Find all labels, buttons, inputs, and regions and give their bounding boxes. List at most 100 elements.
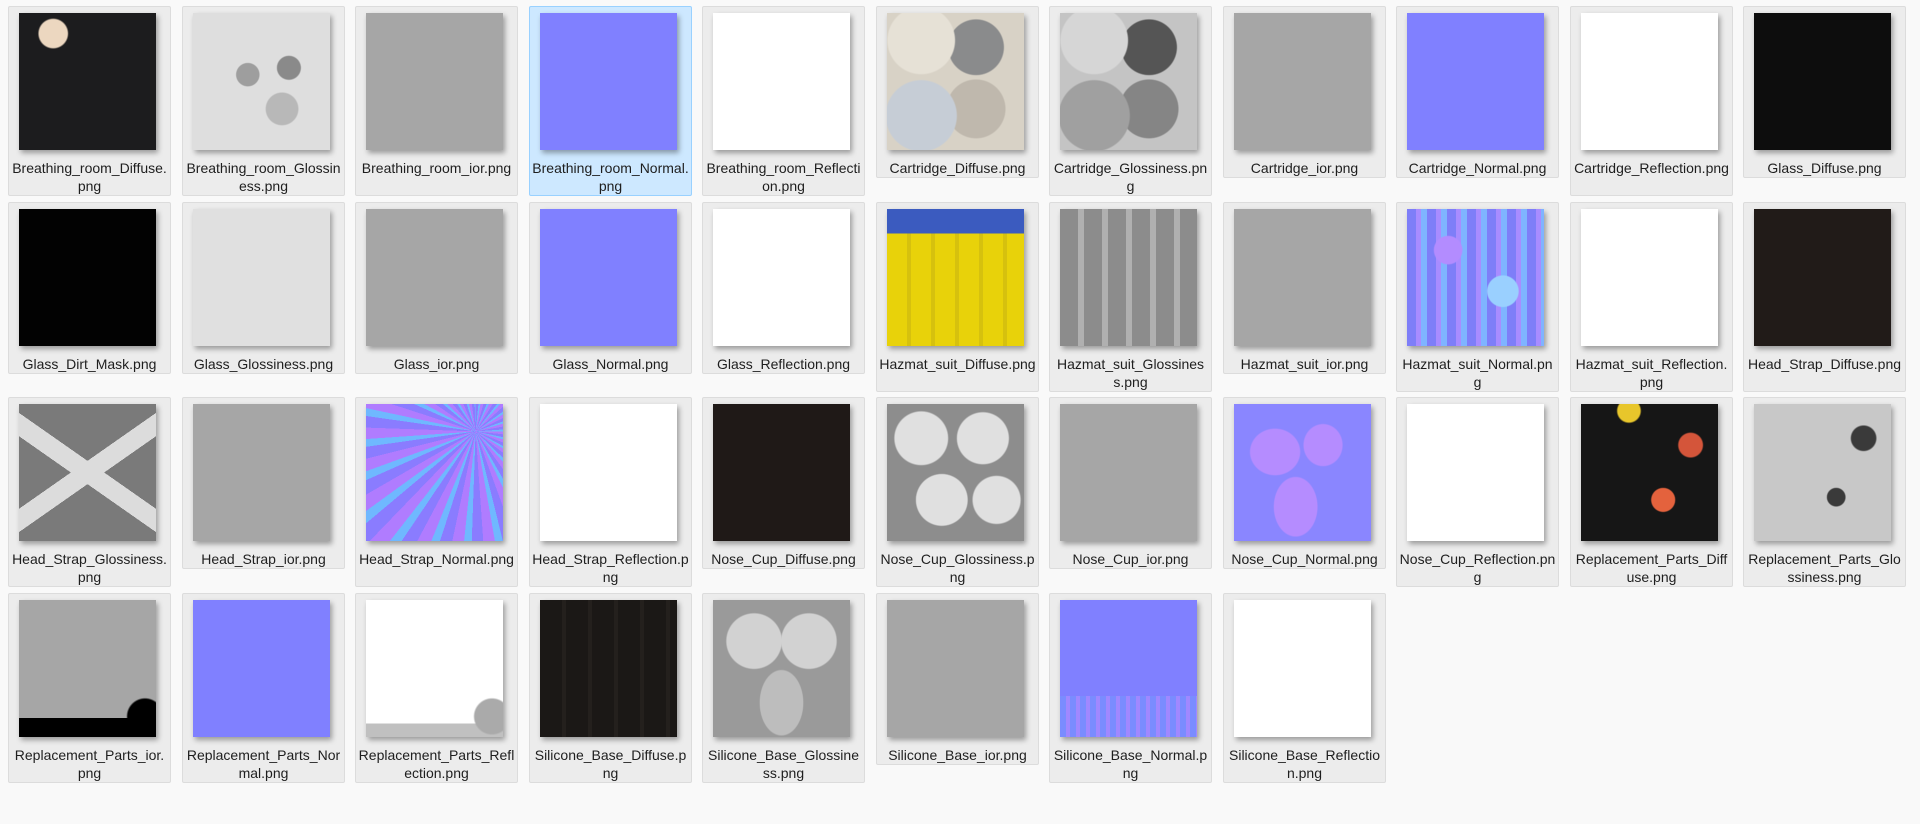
file-item[interactable]: Silicone_Base_Reflection.png [1223, 593, 1386, 783]
file-item[interactable]: Head_Strap_Reflection.png [529, 397, 692, 587]
file-item[interactable]: Nose_Cup_Glossiness.png [876, 397, 1039, 587]
file-thumbnail [713, 209, 850, 346]
file-item[interactable]: Replacement_Parts_ior.png [8, 593, 171, 783]
file-name: Hazmat_suit_Glossiness.png [1056, 356, 1205, 390]
file-name: Silicone_Base_Reflection.png [1229, 747, 1380, 781]
file-name: Hazmat_suit_ior.png [1240, 356, 1369, 372]
file-name: Silicone_Base_Normal.png [1053, 747, 1208, 781]
file-item[interactable]: Glass_ior.png [355, 202, 518, 374]
file-name: Cartridge_Glossiness.png [1053, 160, 1208, 194]
file-grid: Breathing_room_Diffuse.png Breathing_room… [0, 0, 1920, 824]
file-thumbnail [1407, 13, 1544, 150]
file-name: Silicone_Base_Glossiness.png [708, 747, 859, 781]
file-thumbnail [1234, 13, 1371, 150]
file-item[interactable]: Nose_Cup_Reflection.png [1396, 397, 1559, 587]
file-item[interactable]: Replacement_Parts_Diffuse.png [1570, 397, 1733, 587]
file-name: Breathing_room_Diffuse.png [12, 160, 167, 194]
file-name: Nose_Cup_ior.png [1072, 551, 1189, 567]
file-name: Breathing_room_Normal.png [532, 160, 689, 194]
file-thumbnail [540, 404, 677, 541]
file-name: Glass_Reflection.png [716, 356, 851, 372]
file-item[interactable]: Hazmat_suit_Diffuse.png [876, 202, 1039, 392]
file-name: Cartridge_Normal.png [1408, 160, 1547, 176]
file-thumbnail [713, 600, 850, 737]
file-thumbnail [1060, 209, 1197, 346]
file-thumbnail [540, 13, 677, 150]
file-thumbnail [713, 404, 850, 541]
file-name: Head_Strap_Normal.png [359, 551, 514, 567]
file-item[interactable]: Glass_Diffuse.png [1743, 6, 1906, 178]
file-thumbnail [366, 209, 503, 346]
file-item[interactable]: Breathing_room_Diffuse.png [8, 6, 171, 196]
file-item[interactable]: Glass_Dirt_Mask.png [8, 202, 171, 374]
file-item[interactable]: Cartridge_Glossiness.png [1049, 6, 1212, 196]
file-item[interactable]: Nose_Cup_ior.png [1049, 397, 1212, 569]
file-item[interactable]: Replacement_Parts_Reflection.png [355, 593, 518, 783]
file-thumbnail [1234, 600, 1371, 737]
file-name: Nose_Cup_Normal.png [1231, 551, 1378, 567]
file-item[interactable]: Cartridge_ior.png [1223, 6, 1386, 178]
file-item[interactable]: Silicone_Base_Normal.png [1049, 593, 1212, 783]
file-thumbnail [366, 13, 503, 150]
file-name: Head_Strap_Diffuse.png [1747, 356, 1902, 372]
file-item[interactable]: Silicone_Base_Diffuse.png [529, 593, 692, 783]
file-item[interactable]: Silicone_Base_ior.png [876, 593, 1039, 765]
file-name: Nose_Cup_Reflection.png [1399, 551, 1556, 585]
file-item[interactable]: Breathing_room_ior.png [355, 6, 518, 196]
file-thumbnail [193, 13, 330, 150]
file-thumbnail [887, 209, 1024, 346]
file-thumbnail [1581, 209, 1718, 346]
file-thumbnail [540, 209, 677, 346]
file-item[interactable]: Hazmat_suit_Normal.png [1396, 202, 1559, 392]
file-item[interactable]: Replacement_Parts_Normal.png [182, 593, 345, 783]
file-item[interactable]: Cartridge_Diffuse.png [876, 6, 1039, 178]
file-name: Glass_Dirt_Mask.png [22, 356, 157, 372]
file-thumbnail [1754, 209, 1891, 346]
file-item[interactable]: Replacement_Parts_Glossiness.png [1743, 397, 1906, 587]
file-thumbnail [19, 209, 156, 346]
file-item[interactable]: Breathing_room_Glossiness.png [182, 6, 345, 196]
file-item[interactable]: Head_Strap_ior.png [182, 397, 345, 569]
file-thumbnail [1060, 13, 1197, 150]
file-item[interactable]: Glass_Normal.png [529, 202, 692, 374]
file-item[interactable]: Head_Strap_Glossiness.png [8, 397, 171, 587]
file-item[interactable]: Head_Strap_Diffuse.png [1743, 202, 1906, 392]
file-name: Hazmat_suit_Normal.png [1402, 356, 1553, 390]
file-item[interactable]: Glass_Reflection.png [702, 202, 865, 374]
file-name: Head_Strap_ior.png [201, 551, 326, 567]
file-thumbnail [1754, 13, 1891, 150]
file-item[interactable]: Silicone_Base_Glossiness.png [702, 593, 865, 783]
file-item[interactable]: Breathing_room_Reflection.png [702, 6, 865, 196]
file-name: Cartridge_ior.png [1250, 160, 1359, 176]
file-name: Cartridge_Reflection.png [1574, 160, 1729, 176]
file-thumbnail [1060, 404, 1197, 541]
file-name: Glass_Diffuse.png [1767, 160, 1882, 176]
file-item[interactable]: Nose_Cup_Normal.png [1223, 397, 1386, 569]
file-name: Glass_Normal.png [552, 356, 669, 372]
file-item[interactable]: Hazmat_suit_Reflection.png [1570, 202, 1733, 392]
file-thumbnail [193, 600, 330, 737]
file-name: Silicone_Base_ior.png [888, 747, 1027, 763]
file-item[interactable]: Cartridge_Normal.png [1396, 6, 1559, 178]
file-name: Replacement_Parts_ior.png [14, 747, 165, 781]
file-item[interactable]: Cartridge_Reflection.png [1570, 6, 1733, 196]
file-thumbnail [19, 13, 156, 150]
file-name: Head_Strap_Glossiness.png [12, 551, 167, 585]
file-item[interactable]: Glass_Glossiness.png [182, 202, 345, 374]
file-name: Breathing_room_ior.png [361, 160, 512, 176]
file-thumbnail [1407, 404, 1544, 541]
file-name: Breathing_room_Reflection.png [706, 160, 861, 194]
file-name: Nose_Cup_Diffuse.png [711, 551, 856, 567]
file-thumbnail [193, 404, 330, 541]
file-thumbnail [366, 600, 503, 737]
file-item[interactable]: Hazmat_suit_Glossiness.png [1049, 202, 1212, 392]
file-item[interactable]: Nose_Cup_Diffuse.png [702, 397, 865, 569]
file-item[interactable]: Breathing_room_Normal.png [529, 6, 692, 196]
file-item[interactable]: Hazmat_suit_ior.png [1223, 202, 1386, 374]
file-name: Glass_Glossiness.png [193, 356, 334, 372]
file-name: Replacement_Parts_Reflection.png [358, 747, 515, 781]
file-item[interactable]: Head_Strap_Normal.png [355, 397, 518, 587]
file-thumbnail [887, 13, 1024, 150]
file-thumbnail [193, 209, 330, 346]
file-thumbnail [713, 13, 850, 150]
